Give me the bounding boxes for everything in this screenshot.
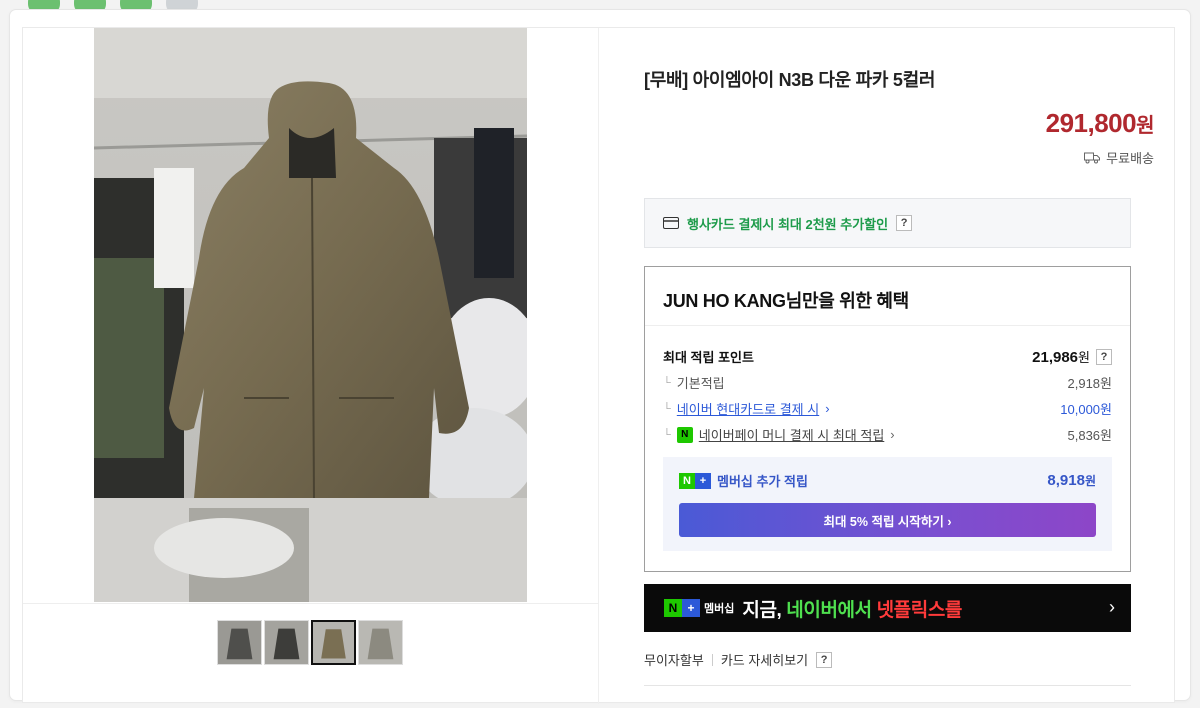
product-price: 291,800원 [1045, 108, 1155, 139]
hyundai-card-link[interactable]: 네이버 현대카드로 결제 시 [677, 399, 819, 418]
thumbnail[interactable] [358, 620, 403, 665]
shipping-info: 무료배송 [1084, 148, 1154, 167]
membership-box: N + 멤버십 추가 적립 8,918원 최대 5% 적립 시작하기 › [663, 457, 1112, 551]
elbow-icon: └ [663, 428, 671, 441]
price-unit: 원 [1136, 115, 1154, 137]
netflix-promo-banner[interactable]: N + 멤버십 지금, 네이버에서 넷플릭스를 › [644, 584, 1131, 632]
card-discount-banner: 행사카드 결제시 최대 2천원 추가할인 ? [644, 198, 1131, 248]
elbow-icon: └ [663, 376, 671, 389]
product-title: [무배] 아이엠아이 N3B 다운 파카 5컬러 [644, 70, 936, 90]
price-value: 291,800 [1045, 108, 1137, 138]
benefit-panel: JUN HO KANG님만을 위한 혜택 최대 적립 포인트 21,986원 ?… [644, 266, 1131, 572]
gallery-divider [23, 603, 599, 604]
product-gallery [23, 28, 599, 704]
chevron-right-icon: › [1109, 597, 1115, 617]
points-value: 10,000원 [1060, 402, 1112, 417]
points-row-basic: └ 기본적립 2,918원 [663, 373, 1112, 392]
help-icon[interactable]: ? [1096, 348, 1112, 365]
points-row-hyundai-card: └ 네이버 현대카드로 결제 시 › 10,000원 [663, 399, 1112, 418]
installment-info: 무이자할부 카드 자세히보기 ? [644, 650, 833, 669]
points-value: 5,836원 [1067, 428, 1113, 443]
max-points-row: 최대 적립 포인트 21,986원 ? [663, 347, 1112, 366]
credit-card-icon [663, 217, 679, 229]
help-icon[interactable]: ? [896, 215, 913, 231]
start-points-button[interactable]: 최대 5% 적립 시작하기 › [679, 503, 1096, 537]
help-icon[interactable]: ? [816, 651, 833, 668]
naver-plus-icon: N + [679, 472, 711, 489]
thumbnail-strip [217, 620, 403, 665]
thumbnail[interactable] [217, 620, 262, 665]
card-discount-text: 행사카드 결제시 최대 2천원 추가할인 [687, 216, 889, 232]
max-points-value: 21,986원 [1032, 349, 1090, 366]
thumbnail-active[interactable] [311, 620, 356, 665]
divider [711, 653, 713, 666]
max-points-label: 최대 적립 포인트 [663, 350, 754, 365]
installment-label: 무이자할부 [644, 653, 704, 668]
points-value: 2,918원 [1067, 376, 1113, 391]
membership-value: 8,918원 [1047, 472, 1096, 489]
chevron-right-icon: › [890, 427, 895, 442]
product-info: [무배] 아이엠아이 N3B 다운 파카 5컬러 291,800원 무료배송 행… [600, 28, 1176, 704]
divider [645, 325, 1130, 326]
chevron-right-icon: › [825, 401, 830, 416]
membership-row: N + 멤버십 추가 적립 8,918원 [679, 471, 1096, 490]
truck-icon [1084, 152, 1101, 163]
shipping-text: 무료배송 [1106, 151, 1154, 166]
naver-plus-membership-badge: N + 멤버십 [664, 598, 734, 618]
product-main-image[interactable] [94, 28, 527, 602]
divider [644, 685, 1131, 686]
product-card: [무배] 아이엠아이 N3B 다운 파카 5컬러 291,800원 무료배송 행… [22, 27, 1176, 704]
membership-label: 멤버십 추가 적립 [717, 474, 808, 489]
points-label: 기본적립 [676, 376, 725, 391]
benefit-title: JUN HO KANG님만을 위한 혜택 [663, 291, 909, 311]
elbow-icon: └ [663, 402, 671, 415]
thumbnail[interactable] [264, 620, 309, 665]
card-details-link[interactable]: 카드 자세히보기 [721, 650, 808, 669]
points-row-npay: └ N 네이버페이 머니 결제 시 최대 적립 › 5,836원 [663, 425, 1112, 444]
naverpay-link[interactable]: 네이버페이 머니 결제 시 최대 적립 [699, 425, 885, 444]
promo-message: 지금, 네이버에서 넷플릭스를 [742, 599, 962, 621]
naverpay-icon: N [676, 426, 693, 443]
